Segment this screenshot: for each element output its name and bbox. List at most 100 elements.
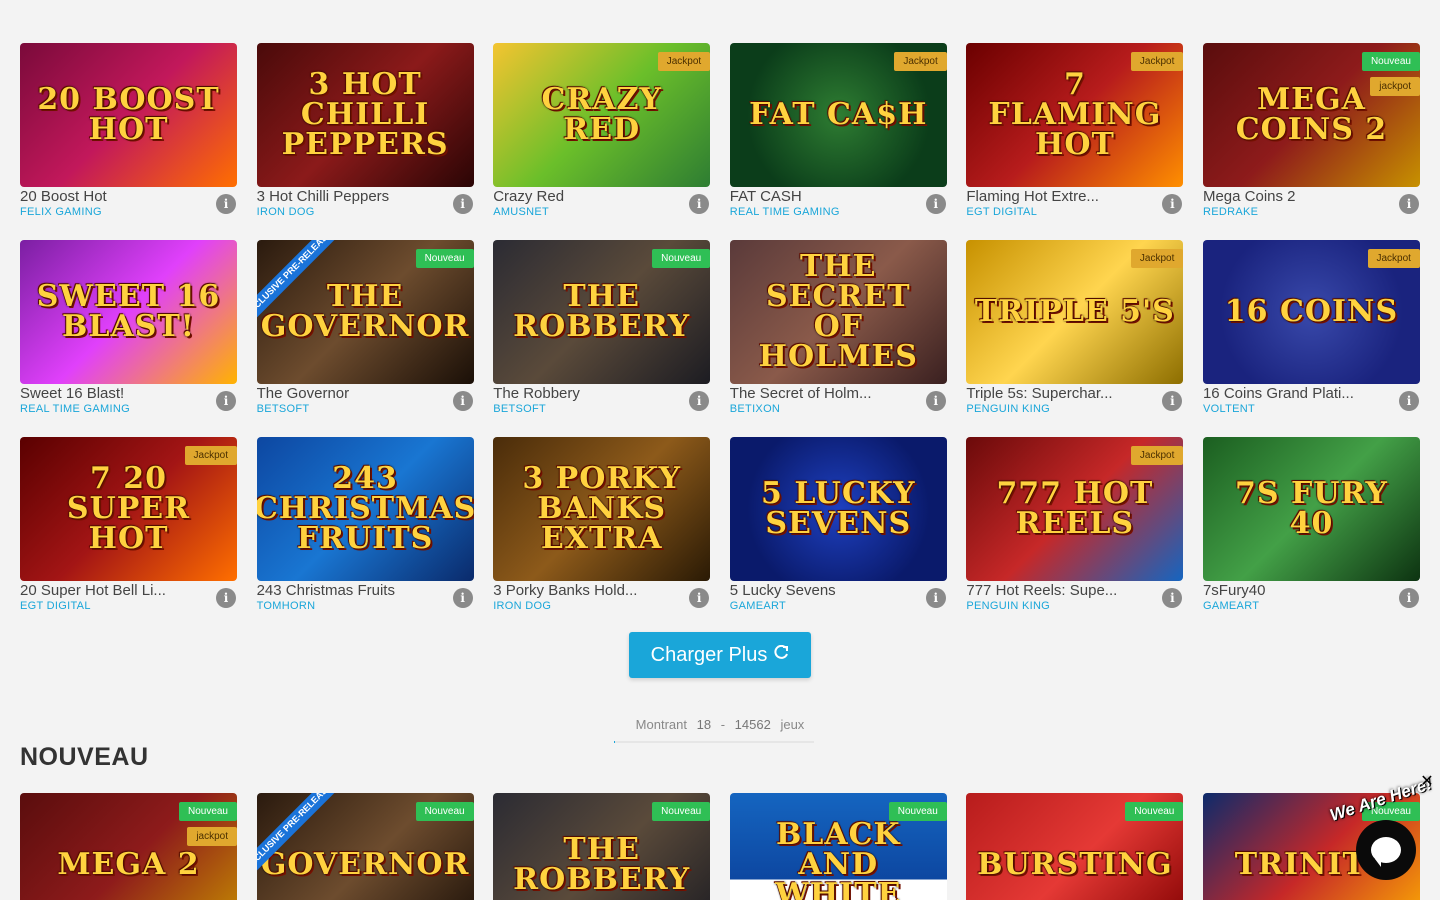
game-provider[interactable]: FELIX GAMING [20, 206, 102, 218]
game-title[interactable]: 20 Boost Hot [20, 188, 107, 205]
game-title[interactable]: Flaming Hot Extre... [966, 188, 1099, 205]
game-title[interactable]: 5 Lucky Sevens [730, 582, 836, 599]
new-game-card: BLACK AND WHITE Nouveau [729, 793, 947, 900]
game-title[interactable]: 243 Christmas Fruits [257, 582, 395, 599]
game-thumbnail[interactable]: GOVERNOR EXCLUSIVE PRE-RELEASE Nouveau [256, 793, 474, 900]
game-artwork-text: 16 COINS [1224, 294, 1399, 329]
game-card: 16 COINS Jackpot 16 Coins Grand Plati... VO… [1202, 240, 1420, 417]
info-icon[interactable]: i [216, 194, 236, 214]
info-icon[interactable]: i [1162, 194, 1183, 214]
info-icon[interactable]: i [216, 391, 236, 411]
game-card: 3 PORKY BANKS EXTRA 3 Porky Banks Hold...… [493, 437, 711, 614]
game-card: 5 LUCKY SEVENS 5 Lucky Sevens GAMEART i [729, 437, 947, 614]
game-provider[interactable]: REAL TIME GAMING [730, 206, 840, 218]
game-thumbnail[interactable]: THE ROBBERY Nouveau [493, 240, 711, 384]
chat-bubble-icon [1371, 837, 1401, 867]
game-thumbnail[interactable]: 5 LUCKY SEVENS [729, 437, 947, 581]
game-artwork: 3 HOT CHILLI PEPPERS [257, 43, 474, 187]
game-provider[interactable]: BETIXON [730, 403, 780, 415]
game-thumbnail[interactable]: THE GOVERNOR EXCLUSIVE PRE-RELEASE Nouveau [256, 240, 474, 384]
game-title[interactable]: 3 Hot Chilli Peppers [257, 188, 390, 205]
game-thumbnail[interactable]: CRAZY RED Jackpot [493, 43, 711, 187]
game-thumbnail[interactable]: 243 CHRISTMAS FRUITS [256, 437, 474, 581]
info-icon[interactable]: i [1398, 194, 1419, 214]
game-artwork-text: 243 CHRISTMAS FRUITS [256, 461, 474, 556]
game-provider[interactable]: EGT DIGITAL [966, 206, 1037, 218]
game-title[interactable]: The Robbery [493, 385, 580, 402]
info-icon[interactable]: i [452, 391, 473, 411]
game-thumbnail[interactable]: THE ROBBERY Nouveau [493, 793, 711, 900]
game-provider[interactable]: VOLTENT [1203, 403, 1255, 415]
counter-total: 14562 [734, 717, 771, 732]
game-thumbnail[interactable]: TRIPLE 5'S Jackpot [966, 240, 1184, 384]
game-thumbnail[interactable]: FAT CA$H Jackpot [729, 43, 947, 187]
info-icon[interactable]: i [1398, 391, 1419, 411]
info-icon[interactable]: i [1398, 588, 1419, 608]
game-title[interactable]: Sweet 16 Blast! [20, 385, 124, 402]
game-provider[interactable]: PENGUIN KING [966, 600, 1050, 612]
game-title[interactable]: The Secret of Holm... [730, 385, 872, 402]
badge-stack: Jackpot [1367, 249, 1420, 268]
game-provider[interactable]: GAMEART [730, 600, 786, 612]
game-title[interactable]: FAT CASH [730, 188, 802, 205]
chat-close-icon[interactable]: ✕ [1419, 774, 1435, 790]
game-artwork-text: TRIPLE 5'S [974, 294, 1175, 329]
info-icon[interactable]: i [452, 588, 473, 608]
game-artwork-text: BLACK AND WHITE [775, 817, 902, 900]
info-icon[interactable]: i [1162, 391, 1183, 411]
game-thumbnail[interactable]: 3 HOT CHILLI PEPPERS [256, 43, 474, 187]
info-icon[interactable]: i [689, 194, 710, 214]
game-provider[interactable]: IRON DOG [493, 600, 551, 612]
game-title[interactable]: Mega Coins 2 [1203, 188, 1296, 205]
game-provider[interactable]: PENGUIN KING [966, 403, 1050, 415]
info-icon[interactable]: i [925, 391, 946, 411]
game-thumbnail[interactable]: 7s FURY 40 [1202, 437, 1420, 581]
info-icon[interactable]: i [925, 194, 946, 214]
game-thumbnail[interactable]: BLACK AND WHITE Nouveau [729, 793, 947, 900]
game-thumbnail[interactable]: 16 COINS Jackpot [1202, 240, 1420, 384]
game-title[interactable]: 16 Coins Grand Plati... [1203, 385, 1354, 402]
game-provider[interactable]: REAL TIME GAMING [20, 403, 130, 415]
game-title[interactable]: 20 Super Hot Bell Li... [20, 582, 166, 599]
game-thumbnail[interactable]: 777 HOT REELS Jackpot [966, 437, 1184, 581]
game-title[interactable]: Triple 5s: Superchar... [966, 385, 1112, 402]
game-thumbnail[interactable]: SWEET 16 BLAST! [20, 240, 237, 384]
game-title[interactable]: The Governor [257, 385, 350, 402]
game-title[interactable]: 777 Hot Reels: Supe... [966, 582, 1117, 599]
game-provider[interactable]: AMUSNET [493, 206, 549, 218]
game-artwork-text: THE GOVERNOR [260, 279, 470, 344]
game-thumbnail[interactable]: THE SECRET OF HOLMES [729, 240, 947, 384]
info-icon[interactable]: i [925, 588, 946, 608]
game-thumbnail[interactable]: 3 PORKY BANKS EXTRA [493, 437, 711, 581]
info-icon[interactable]: i [689, 588, 710, 608]
game-provider[interactable]: EGT DIGITAL [20, 600, 91, 612]
game-thumbnail[interactable]: MEGA COINS 2 Nouveau jackpot [1202, 43, 1420, 187]
game-title[interactable]: Crazy Red [493, 188, 564, 205]
game-provider[interactable]: BETSOFT [257, 403, 310, 415]
game-title[interactable]: 7sFury40 [1203, 582, 1266, 599]
info-icon[interactable]: i [452, 194, 473, 214]
game-provider[interactable]: IRON DOG [257, 206, 315, 218]
game-artwork: 243 CHRISTMAS FRUITS [257, 437, 474, 581]
game-thumbnail[interactable]: MEGA 2 Nouveau jackpot [20, 793, 237, 900]
game-thumbnail[interactable]: 7 20 SUPER HOT Jackpot [20, 437, 237, 581]
info-icon[interactable]: i [216, 588, 236, 608]
new-badge: Nouveau [1125, 802, 1184, 821]
info-icon[interactable]: i [689, 391, 710, 411]
info-icon[interactable]: i [1162, 588, 1183, 608]
game-provider[interactable]: GAMEART [1203, 600, 1259, 612]
game-provider[interactable]: BETSOFT [493, 403, 546, 415]
game-thumbnail[interactable]: 7 FLAMING HOT Jackpot [966, 43, 1184, 187]
game-artwork-text: 3 PORKY BANKS EXTRA [522, 461, 681, 556]
new-badge: Nouveau [1361, 52, 1420, 71]
game-provider[interactable]: REDRAKE [1203, 206, 1258, 218]
new-badge: Nouveau [415, 249, 474, 268]
games-counter: Montrant 18 - 14562 jeux [0, 717, 1440, 732]
load-more-button[interactable]: Charger Plus [629, 632, 811, 678]
chat-launcher-button[interactable] [1356, 820, 1416, 880]
game-thumbnail[interactable]: 20 BOOST HOT [20, 43, 237, 187]
game-title[interactable]: 3 Porky Banks Hold... [493, 582, 637, 599]
game-thumbnail[interactable]: BURSTING Nouveau [966, 793, 1184, 900]
game-provider[interactable]: TOMHORN [257, 600, 316, 612]
game-card: 3 HOT CHILLI PEPPERS 3 Hot Chilli Peppers… [256, 43, 474, 220]
